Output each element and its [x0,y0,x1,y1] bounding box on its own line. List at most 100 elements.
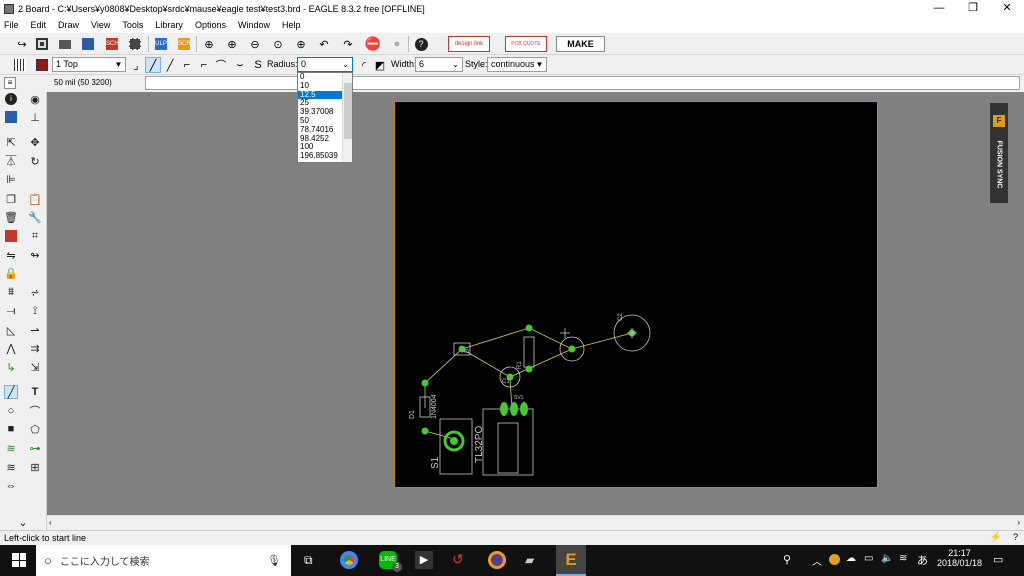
split-trace-icon[interactable]: ⇀ [28,323,42,337]
task-view-icon[interactable]: ⧉ [304,553,313,568]
via-icon[interactable]: ≋ [4,441,18,455]
align-icon[interactable]: ⊫ [4,172,18,186]
redo-icon[interactable]: ↷ [340,36,356,52]
text-icon[interactable]: T [28,385,42,399]
chip-tool-icon[interactable]: ▰ [525,553,534,567]
bend-style-3-icon[interactable]: ⌐ [179,57,195,73]
tray-expand-icon[interactable]: ︿ [812,553,822,568]
smash-icon[interactable]: ⩩ [4,285,18,299]
fusion-sync-tab[interactable]: F FUSION SYNC [990,103,1008,203]
zoom-out-icon[interactable]: ⊖ [247,36,263,52]
split-icon[interactable]: ⌗ [28,229,42,243]
replace-icon[interactable]: ⇋ [4,248,18,262]
layer-select[interactable]: 1 Top ▼ [52,57,126,72]
expand-tools-icon[interactable]: ⌄ [16,515,30,529]
display-icon[interactable] [4,110,18,124]
close-button[interactable]: ✕ [990,0,1024,17]
status-help-icon[interactable]: ? [1013,532,1018,542]
design-link-button[interactable]: design link [448,36,490,52]
optimize-icon[interactable]: ◺ [4,323,18,337]
rect-icon[interactable]: ■ [4,422,18,436]
help-icon[interactable]: ? [413,36,429,52]
bend-style-7-icon[interactable]: S [250,57,266,73]
ripup-icon[interactable]: ⇉ [28,341,42,355]
open-icon[interactable]: ↪ [14,36,30,52]
print-icon[interactable] [57,36,73,52]
scroll-left-icon[interactable]: ‹ [49,518,52,527]
arduino-icon[interactable]: ▶ [415,551,433,569]
paste-icon[interactable]: 📋 [28,192,42,206]
route-manual-icon[interactable]: ↳ [4,360,18,374]
change-icon[interactable]: 🔧 [28,210,42,224]
restore-button[interactable]: ❐ [956,0,990,17]
polygon-icon[interactable]: ⬠ [28,422,42,436]
ime-indicator[interactable]: あ [917,552,928,568]
windows-start-icon[interactable] [12,553,26,567]
lock-icon[interactable]: 🔒 [4,266,18,280]
tray-app-icon[interactable] [829,554,840,565]
arc-cap-flat-icon[interactable]: ◩ [372,57,388,73]
eagle-taskbar-icon[interactable]: E [556,545,586,576]
mirror-icon[interactable]: ⏄ [4,154,18,168]
menu-toggle-icon[interactable]: ≡ [4,77,16,89]
group-icon[interactable] [4,229,18,243]
menu-options[interactable]: Options [195,20,226,30]
bend-style-5-icon[interactable]: ⌒ [213,57,229,73]
menu-library[interactable]: Library [155,20,183,30]
bend-style-0-icon[interactable]: ⌟ [128,57,144,73]
save-icon[interactable] [34,36,50,52]
signal-icon[interactable]: ⋀ [4,341,18,355]
notification-icon[interactable]: ▭ [993,553,1003,566]
scroll-right-icon[interactable]: › [1017,518,1020,527]
horizontal-scrollbar[interactable]: ‹ › [47,515,1024,530]
menu-view[interactable]: View [91,20,110,30]
board-icon[interactable] [127,36,143,52]
attribute-icon[interactable]: ⊞ [28,460,42,474]
move-all-icon[interactable]: ✥ [28,135,42,149]
rotate-icon[interactable]: ↻ [28,154,42,168]
wifi-icon[interactable]: ≋ [899,553,907,564]
undo-icon[interactable]: ↶ [316,36,332,52]
bend-style-1-icon[interactable]: ╱ [145,57,161,73]
clock[interactable]: 21:17 2018/01/18 [937,548,982,568]
mark-icon[interactable]: ⊥ [28,110,42,124]
make-button[interactable]: MAKE [556,36,605,52]
route-icon[interactable]: ↬ [28,248,42,262]
style-select[interactable]: continuous ▼ [487,57,547,72]
arc-cap-round-icon[interactable]: ◜ [356,57,372,73]
menu-edit[interactable]: Edit [31,20,47,30]
bend-style-6-icon[interactable]: ⌣ [232,57,248,73]
miter-icon[interactable]: ⟞ [4,304,18,318]
minimize-button[interactable]: — [922,0,956,17]
go-icon[interactable]: ● [389,36,405,52]
onedrive-icon[interactable]: ☁ [846,553,856,564]
menu-help[interactable]: Help [282,20,301,30]
zoom-select-icon[interactable]: ⊕ [293,36,309,52]
move-icon[interactable]: ⇱ [4,135,18,149]
copy-icon[interactable]: ❐ [4,192,18,206]
battery-icon[interactable]: ▭ [864,553,873,564]
dropdown-scrollbar[interactable] [342,73,352,162]
microphone-icon[interactable]: 🎙 [267,554,281,567]
dimension-icon[interactable]: ≋ [4,460,18,474]
sch-icon[interactable]: SCH [104,36,120,52]
info-icon[interactable]: i [4,92,18,106]
command-input[interactable] [145,76,1020,90]
pcb-quote-button[interactable]: PCB QUOTE [505,36,547,52]
zoom-fit-icon[interactable]: ⊕ [201,36,217,52]
app-icon-red[interactable]: ↺ [452,551,464,568]
meander-icon[interactable]: ⟟ [28,304,42,318]
menu-file[interactable]: File [4,20,19,30]
delete-icon[interactable]: 🗑 [4,210,18,224]
chrome-icon[interactable] [340,551,358,569]
cam-icon[interactable] [80,36,96,52]
volume-icon[interactable]: 🔈 [881,553,893,564]
script-icon[interactable]: SCR [176,36,192,52]
arc-icon[interactable]: ⌒ [28,404,42,418]
bend-style-4-icon[interactable]: ⌐ [196,57,212,73]
stop-icon[interactable]: ⛔ [365,36,381,52]
grid-icon[interactable] [12,57,28,73]
zoom-redraw-icon[interactable]: ⊙ [270,36,286,52]
bend-style-2-icon[interactable]: ╱ [162,57,178,73]
menu-tools[interactable]: Tools [122,20,143,30]
